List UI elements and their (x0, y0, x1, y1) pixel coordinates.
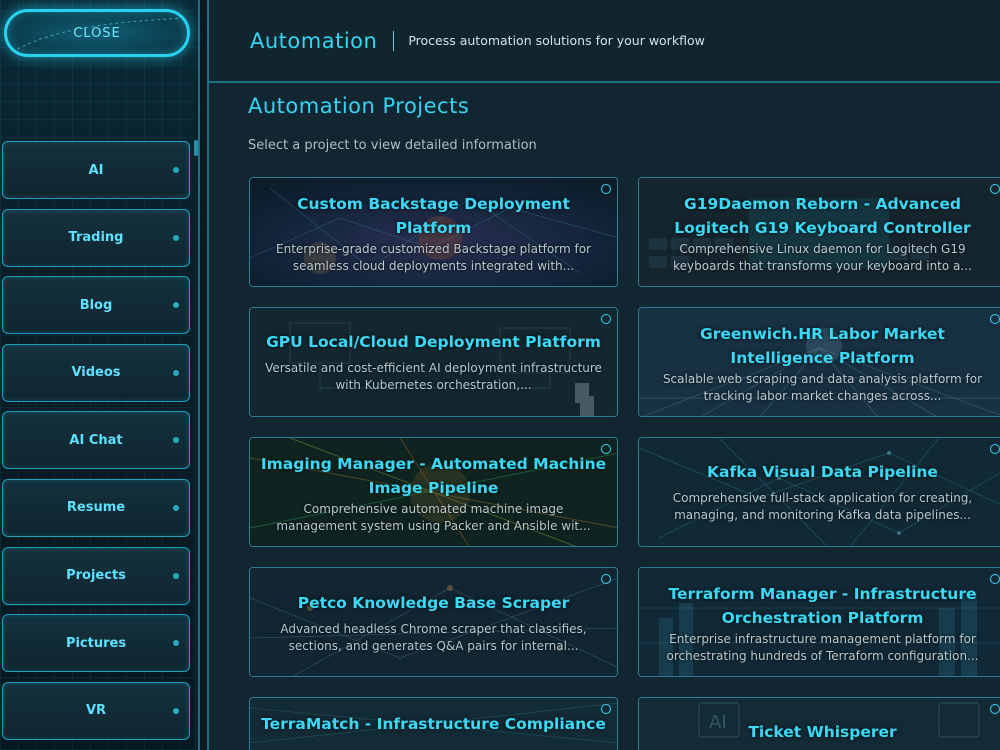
ring-icon (990, 444, 1000, 454)
sidebar-item-label: AI (88, 162, 104, 178)
close-label: CLOSE (73, 25, 121, 41)
dot-icon (173, 572, 179, 579)
sidebar-nav: AI Trading Blog Videos AI Chat Resume Pr… (2, 141, 190, 749)
dot-icon (173, 437, 179, 444)
dot-icon (173, 504, 179, 511)
project-card[interactable]: Imaging Manager - Automated Machine Imag… (249, 437, 618, 547)
sidebar-item-trading[interactable]: Trading (2, 208, 190, 267)
card-title: Petco Knowledge Base Scraper (297, 594, 570, 612)
page-header: Automation Process automation solutions … (207, 0, 1000, 83)
sidebar-item-resume[interactable]: Resume (2, 478, 190, 537)
card-description: Enterprise infrastructure management pla… (666, 632, 979, 663)
card-title: Ticket Whisperer (748, 723, 897, 741)
sidebar-item-label: Trading (68, 230, 124, 246)
section-subtitle: Select a project to view detailed inform… (248, 138, 537, 153)
sidebar-item-vr[interactable]: VR (2, 681, 190, 740)
sidebar-scroll-thumb[interactable] (194, 140, 198, 156)
sidebar-item-label: Videos (71, 365, 121, 381)
sidebar-item-blog[interactable]: Blog (2, 276, 190, 335)
sidebar-item-projects[interactable]: Projects (2, 546, 190, 605)
card-title: Custom Backstage Deployment Platform (297, 195, 570, 237)
project-card[interactable]: Custom Backstage Deployment Platform Ent… (249, 177, 618, 287)
card-title: Kafka Visual Data Pipeline (707, 463, 938, 481)
card-title: Greenwich.HR Labor Market Intelligence P… (700, 325, 945, 367)
sidebar-item-label: Projects (66, 568, 126, 584)
project-card[interactable]: Petco Knowledge Base Scraper Advanced he… (249, 567, 618, 677)
card-title: TerraMatch - Infrastructure Compliance (261, 715, 606, 733)
card-description: Enterprise-grade customized Backstage pl… (276, 242, 591, 273)
sidebar-item-label: VR (85, 703, 107, 719)
card-title: Terraform Manager - Infrastructure Orche… (668, 585, 977, 627)
project-card[interactable]: GPU Local/Cloud Deployment Platform Vers… (249, 307, 618, 417)
page-title: Automation (250, 28, 378, 53)
section-title: Automation Projects (248, 94, 470, 118)
card-description: Versatile and cost-efficient AI deployme… (265, 361, 602, 392)
card-title: GPU Local/Cloud Deployment Platform (266, 333, 601, 351)
header-divider (393, 30, 395, 51)
sidebar-item-label: Pictures (65, 635, 127, 651)
sidebar-item-videos[interactable]: Videos (2, 343, 190, 402)
card-description: Scalable web scraping and data analysis … (662, 372, 983, 403)
sidebar: CLOSE AI Trading Blog Videos AI Chat Res… (0, 0, 200, 750)
ring-icon (990, 704, 1000, 714)
sidebar-item-label: Blog (79, 297, 113, 313)
dot-icon (173, 707, 179, 714)
sidebar-item-label: Resume (66, 500, 126, 516)
dot-icon (173, 369, 179, 376)
project-card[interactable]: G19Daemon Reborn - Advanced Logitech G19… (638, 177, 1000, 287)
sidebar-item-ai-chat[interactable]: AI Chat (2, 411, 190, 470)
page-subtitle: Process automation solutions for your wo… (408, 33, 705, 48)
sidebar-item-ai[interactable]: AI (2, 141, 190, 199)
ring-icon (601, 574, 611, 584)
dot-icon (173, 640, 179, 647)
dot-icon (173, 234, 179, 241)
project-card[interactable]: Kafka Visual Data Pipeline Comprehensive… (638, 437, 1000, 547)
project-card[interactable]: TerraMatch - Infrastructure Compliance (249, 697, 618, 750)
project-card[interactable]: Terraform Manager - Infrastructure Orche… (638, 567, 1000, 677)
dot-icon (173, 167, 179, 173)
card-title: G19Daemon Reborn - Advanced Logitech G19… (674, 195, 971, 237)
sidebar-item-label: AI Chat (69, 432, 123, 448)
ring-icon (601, 314, 611, 324)
card-description: Comprehensive Linux daemon for Logitech … (673, 242, 972, 273)
sidebar-item-pictures[interactable]: Pictures (2, 614, 190, 673)
close-button[interactable]: CLOSE (4, 9, 190, 57)
project-card[interactable]: Greenwich.HR Labor Market Intelligence P… (638, 307, 1000, 417)
sidebar-scrollbar[interactable] (194, 80, 198, 750)
dot-icon (173, 302, 179, 309)
card-description: Comprehensive automated machine image ma… (276, 502, 591, 533)
card-description: Advanced headless Chrome scraper that cl… (280, 622, 587, 653)
card-title: Imaging Manager - Automated Machine Imag… (260, 455, 607, 497)
project-card[interactable]: AI Ticket Whisperer (638, 697, 1000, 750)
card-description: Comprehensive full-stack application for… (672, 491, 973, 522)
